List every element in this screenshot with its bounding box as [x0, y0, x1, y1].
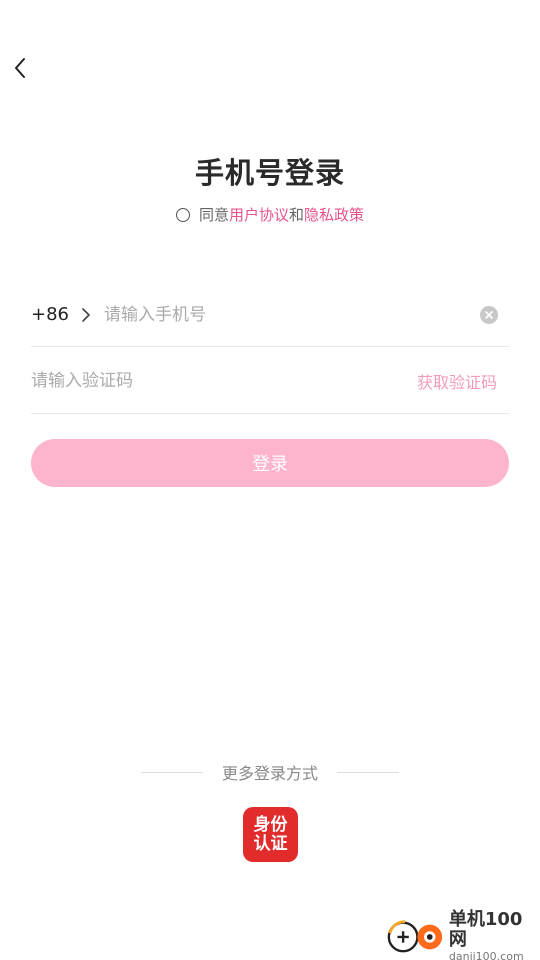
- more-login-divider: 更多登录方式: [0, 760, 540, 784]
- id-auth-button[interactable]: 身份 认证: [243, 807, 298, 862]
- privacy-policy-link[interactable]: 隐私政策: [304, 204, 364, 225]
- chevron-left-icon: [15, 58, 25, 78]
- get-code-button[interactable]: 获取验证码: [417, 369, 497, 393]
- phone-row: +86: [31, 283, 509, 347]
- verification-row: 获取验证码: [31, 348, 509, 414]
- id-auth-label-line1: 身份: [253, 814, 288, 835]
- user-agreement-link[interactable]: 用户协议: [229, 204, 289, 225]
- agreement-conjunction: 和: [289, 206, 305, 224]
- divider-line-left: [140, 771, 203, 773]
- more-login-label: 更多登录方式: [221, 764, 318, 783]
- watermark-logo-icon: [387, 920, 443, 953]
- page-title: 手机号登录: [194, 156, 345, 190]
- clear-circle-icon[interactable]: [480, 305, 498, 324]
- chevron-right-icon[interactable]: [81, 307, 91, 323]
- country-code-selector[interactable]: +86: [31, 304, 69, 325]
- watermark-en: danji100.com: [448, 949, 524, 960]
- watermark: 单机100网 danji100.com: [386, 909, 536, 960]
- agreement-prefix: 同意: [198, 206, 229, 224]
- phone-input[interactable]: [104, 304, 480, 325]
- id-auth-label-line2: 认证: [253, 833, 288, 854]
- agreement-radio[interactable]: [175, 207, 190, 222]
- back-button[interactable]: [8, 54, 32, 82]
- watermark-cn: 单机100网: [448, 908, 523, 950]
- login-button[interactable]: 登录: [31, 439, 509, 487]
- divider-line-right: [337, 771, 399, 773]
- agreement-row: 同意 用户协议 和 隐私政策: [0, 204, 540, 225]
- verification-code-input[interactable]: [31, 370, 417, 391]
